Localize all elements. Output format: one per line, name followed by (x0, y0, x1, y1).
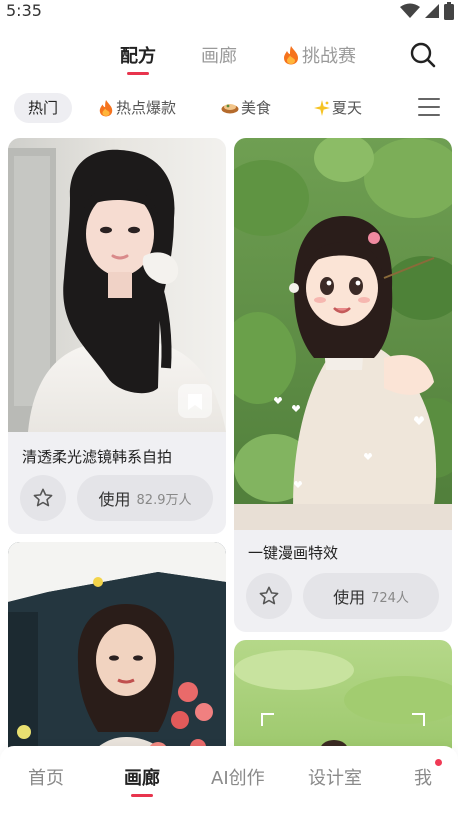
battery-icon (444, 2, 454, 20)
tab-me-label: 我 (414, 768, 432, 789)
status-bar: 5:35 (0, 0, 458, 24)
use-button[interactable]: 使用 82.9万人 (77, 475, 213, 521)
tab-ai-create[interactable]: AI创作 (211, 764, 265, 790)
active-tab-indicator (131, 794, 153, 797)
notification-dot (435, 759, 442, 766)
use-button-label: 使用 (333, 588, 366, 607)
category-menu-button[interactable] (418, 96, 440, 118)
wifi-icon (400, 3, 420, 18)
usage-count: 724人 (371, 590, 409, 606)
tab-design-studio-label: 设计室 (308, 768, 362, 789)
category-food[interactable]: 美食 (221, 93, 271, 123)
category-trending[interactable]: 热点爆款 (98, 93, 176, 123)
active-tab-indicator (127, 72, 149, 75)
menu-icon-line (418, 98, 440, 100)
fire-icon (284, 46, 298, 65)
tab-gallery[interactable]: 画廊 (201, 42, 237, 68)
tab-formula[interactable]: 配方 (120, 42, 156, 75)
status-time: 5:35 (6, 1, 42, 20)
tab-gallery-bottom[interactable]: 画廊 (124, 764, 160, 797)
tab-home[interactable]: 首页 (28, 764, 64, 790)
food-icon (221, 104, 239, 114)
tab-home-label: 首页 (28, 768, 64, 789)
category-food-label: 美食 (241, 99, 272, 117)
star-icon (33, 488, 53, 507)
signal-icon (425, 4, 439, 18)
fire-icon (99, 100, 113, 117)
favorite-button[interactable] (246, 573, 292, 619)
category-bar: 热门 热点爆款 美食 夏天 (0, 90, 458, 126)
tab-me[interactable]: 我 (414, 764, 432, 790)
star-icon (259, 586, 279, 605)
sparkle-icon (314, 100, 330, 116)
recipe-card[interactable]: 一键漫画特效 使用 724人 (234, 138, 452, 632)
card-photo (8, 138, 226, 432)
tab-ai-create-label: AI创作 (211, 768, 265, 789)
tab-formula-label: 配方 (120, 46, 156, 67)
category-summer[interactable]: 夏天 (314, 93, 362, 123)
search-icon (410, 42, 436, 68)
tab-challenge[interactable]: 挑战赛 (282, 42, 356, 68)
favorite-button[interactable] (20, 475, 66, 521)
tab-gallery-bottom-label: 画廊 (124, 768, 160, 789)
usage-count: 82.9万人 (136, 492, 192, 508)
card-photo (234, 138, 452, 530)
tab-gallery-label: 画廊 (201, 46, 237, 67)
use-button-label: 使用 (98, 490, 131, 509)
bottom-tab-bar: 首页 画廊 AI创作 设计室 我 (0, 746, 458, 820)
menu-icon-line (418, 114, 440, 116)
category-hot-label: 热门 (28, 99, 59, 117)
card-title: 一键漫画特效 (248, 544, 339, 562)
status-icons (400, 2, 454, 20)
card-title: 清透柔光滤镜韩系自拍 (22, 448, 173, 466)
use-button[interactable]: 使用 724人 (303, 573, 439, 619)
category-summer-label: 夏天 (332, 99, 363, 117)
category-hot[interactable]: 热门 (14, 93, 73, 123)
tab-design-studio[interactable]: 设计室 (308, 764, 362, 790)
top-tabs: 配方 画廊 挑战赛 (0, 36, 458, 76)
search-button[interactable] (408, 40, 438, 70)
recipe-card[interactable]: 清透柔光滤镜韩系自拍 使用 82.9万人 (8, 138, 226, 534)
category-trending-label: 热点爆款 (116, 99, 177, 117)
tab-challenge-label: 挑战赛 (302, 46, 356, 67)
menu-icon-line (418, 106, 440, 108)
